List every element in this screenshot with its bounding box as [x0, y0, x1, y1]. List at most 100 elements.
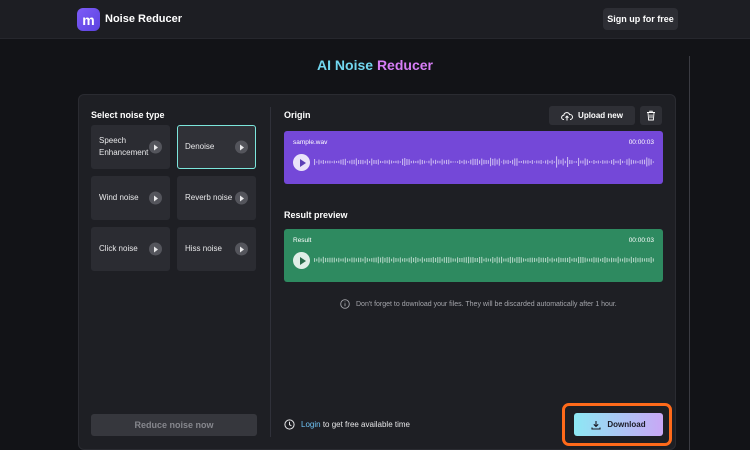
waveform-bar	[463, 159, 465, 165]
waveform-bar	[556, 258, 558, 262]
waveform-bar	[397, 160, 399, 164]
trash-icon	[647, 110, 655, 121]
upload-new-button[interactable]: Upload new	[549, 106, 635, 125]
sign-up-button[interactable]: Sign up for free	[603, 8, 678, 30]
waveform-bar	[573, 257, 575, 262]
waveform-bar	[626, 159, 628, 165]
waveform-bar	[518, 257, 520, 263]
noise-option-speech-enhancement[interactable]: Speech Enhancement	[91, 125, 170, 169]
waveform-bar	[509, 256, 511, 264]
waveform-bar	[441, 159, 443, 165]
waveform-bar	[384, 257, 386, 263]
waveform-bar	[342, 258, 344, 262]
play-icon[interactable]	[235, 242, 248, 256]
login-link[interactable]: Login	[301, 420, 321, 429]
noise-option-click-noise[interactable]: Click noise	[91, 227, 170, 271]
app-logo-icon[interactable]: m	[77, 8, 100, 31]
waveform-bar	[652, 258, 654, 262]
waveform-bar	[633, 160, 635, 164]
waveform-bar	[446, 159, 448, 165]
waveform-bar	[622, 160, 624, 164]
noise-option-reverb-noise[interactable]: Reverb noise	[177, 176, 256, 220]
play-icon[interactable]	[235, 140, 248, 154]
waveform-bar	[452, 258, 454, 262]
waveform-bar	[534, 257, 536, 262]
waveform-bar	[406, 159, 408, 165]
waveform-bar	[549, 160, 551, 164]
result-waveform[interactable]	[314, 249, 654, 271]
waveform-bar	[384, 160, 386, 164]
waveform-bar	[426, 161, 428, 163]
waveform-bar	[338, 160, 340, 164]
waveform-bar	[516, 257, 518, 263]
reduce-noise-button[interactable]: Reduce noise now	[91, 414, 257, 436]
waveform-bar	[492, 158, 494, 166]
waveform-bar	[591, 258, 593, 262]
play-icon[interactable]	[293, 154, 310, 171]
waveform-bar	[362, 159, 364, 165]
waveform-bar	[322, 256, 324, 264]
waveform-bar	[520, 161, 522, 163]
noise-option-hiss-noise[interactable]: Hiss noise	[177, 227, 256, 271]
noise-type-heading: Select noise type	[91, 110, 165, 120]
waveform-bar	[597, 160, 599, 164]
waveform-bar	[648, 258, 650, 262]
waveform-bar	[446, 257, 448, 263]
play-icon[interactable]	[235, 191, 248, 205]
waveform-bar	[591, 161, 593, 163]
waveform-bar	[417, 160, 419, 164]
waveform-bar	[514, 158, 516, 166]
waveform-bar	[531, 257, 533, 263]
waveform-bar	[424, 258, 426, 262]
play-icon[interactable]	[149, 191, 162, 205]
play-icon[interactable]	[149, 242, 162, 256]
login-suffix: to get free available time	[322, 420, 410, 429]
waveform-bar	[479, 160, 481, 164]
waveform-bar	[571, 258, 573, 262]
download-button[interactable]: Download	[574, 413, 663, 436]
origin-waveform[interactable]	[314, 151, 654, 173]
origin-audio-player: sample.wav 00:00:03	[284, 131, 663, 184]
waveform-bar	[600, 161, 602, 163]
waveform-bar	[637, 258, 639, 262]
waveform-bar	[650, 159, 652, 165]
waveform-bar	[529, 161, 531, 163]
scrollbar[interactable]	[689, 56, 690, 450]
waveform-bar	[450, 160, 452, 163]
delete-button[interactable]	[640, 106, 662, 125]
play-icon[interactable]	[149, 140, 162, 154]
waveform-bar	[580, 160, 582, 164]
waveform-bar	[314, 159, 316, 166]
waveform-bar	[408, 257, 410, 263]
waveform-bar	[318, 257, 320, 263]
waveform-bar	[404, 258, 406, 263]
play-icon[interactable]	[293, 252, 310, 269]
waveform-bar	[582, 257, 584, 263]
waveform-bar	[437, 160, 439, 164]
waveform-bar	[483, 159, 485, 165]
waveform-bar	[578, 157, 580, 166]
waveform-bar	[501, 256, 503, 264]
waveform-bar	[410, 256, 412, 264]
waveform-bar	[608, 161, 610, 163]
waveform-bar	[564, 257, 566, 263]
waveform-bar	[562, 158, 564, 166]
noise-option-denoise[interactable]: Denoise	[177, 125, 256, 169]
waveform-bar	[494, 158, 496, 166]
top-bar: m Noise Reducer Sign up for free	[0, 0, 750, 39]
waveform-bar	[371, 258, 373, 262]
waveform-bar	[611, 160, 613, 164]
waveform-bar	[536, 160, 538, 164]
waveform-bar	[395, 258, 397, 262]
waveform-bar	[551, 159, 553, 165]
waveform-bar	[483, 258, 485, 262]
waveform-bar	[586, 159, 588, 165]
waveform-bar	[349, 160, 351, 164]
waveform-bar	[388, 257, 390, 263]
noise-option-wind-noise[interactable]: Wind noise	[91, 176, 170, 220]
waveform-bar	[624, 161, 626, 163]
waveform-bar	[459, 258, 461, 262]
waveform-bar	[635, 160, 637, 164]
result-heading: Result preview	[284, 210, 348, 220]
waveform-bar	[637, 161, 639, 163]
